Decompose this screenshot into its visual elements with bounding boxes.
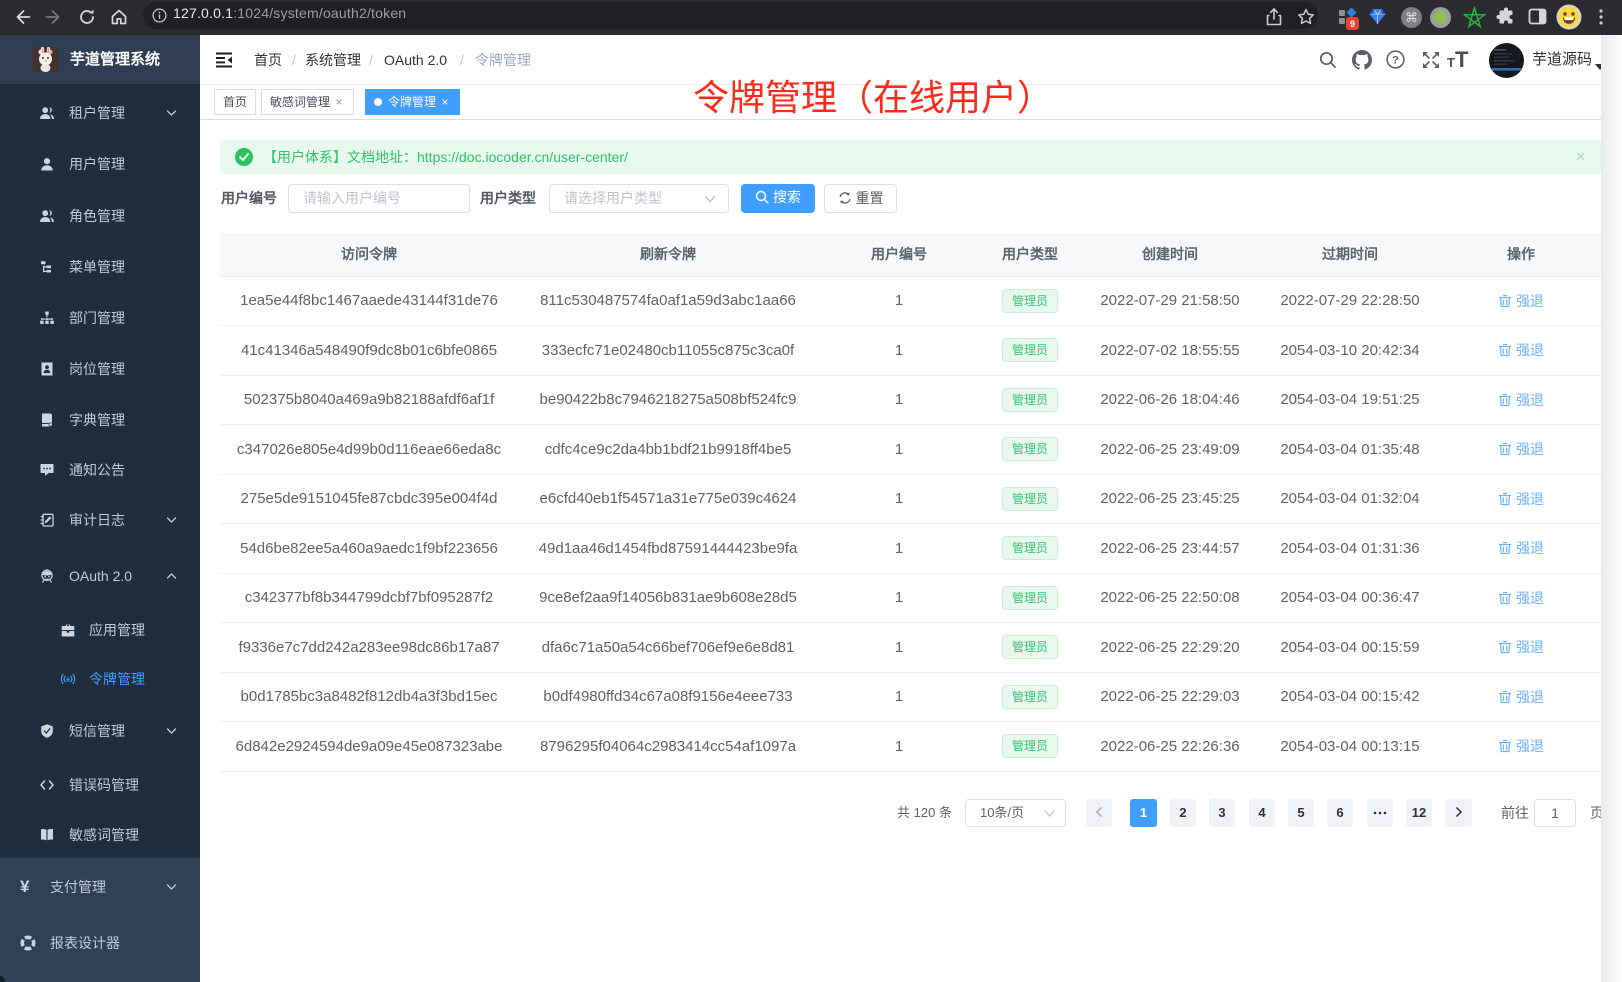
svg-text:9: 9 bbox=[1350, 19, 1355, 29]
svg-text:⌘: ⌘ bbox=[1405, 10, 1418, 25]
svg-text:?: ? bbox=[1392, 55, 1399, 67]
svg-text:a: a bbox=[66, 676, 70, 683]
